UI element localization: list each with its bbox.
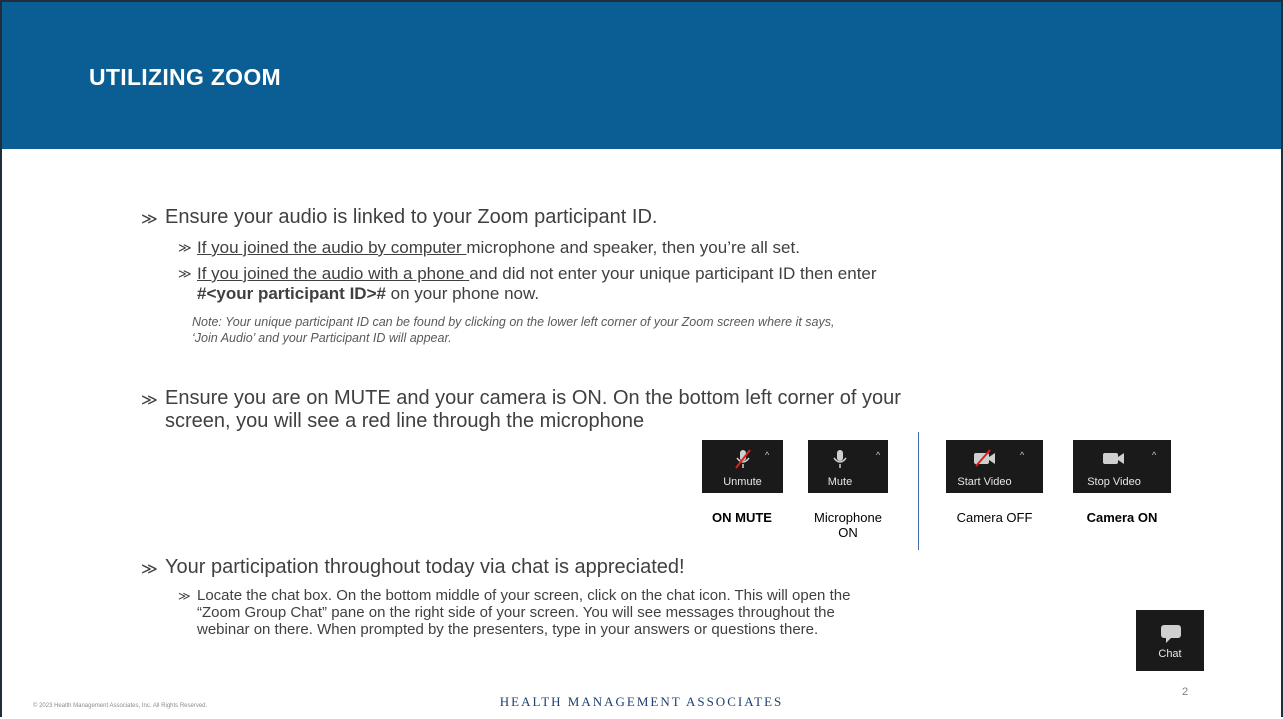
bullet-chat: ≫ Your participation throughout today vi… <box>141 556 685 580</box>
caption-on-mute: ON MUTE <box>712 510 772 525</box>
bullet-line: Ensure you are on MUTE and your camera i… <box>165 387 901 409</box>
bullet-mute-camera: ≫ Ensure you are on MUTE and your camera… <box>141 387 901 433</box>
bullet-text: If you joined the audio with a phone and… <box>197 264 877 304</box>
bullet-text: Ensure your audio is linked to your Zoom… <box>165 206 658 228</box>
bullet-rest: and did not enter your unique participan… <box>469 264 877 283</box>
sub-bullet-phone-audio: ≫ If you joined the audio with a phone a… <box>178 264 1158 304</box>
slide-title: UTILIZING ZOOM <box>89 64 282 90</box>
caption-camera-on: Camera ON <box>1086 510 1158 525</box>
start-video-button: ^ Start Video <box>946 440 1043 493</box>
chat-button: Chat <box>1136 610 1204 671</box>
bullet-text: Ensure you are on MUTE and your camera i… <box>165 387 901 433</box>
stop-video-button: ^ Stop Video <box>1073 440 1171 493</box>
unmute-button: ^ Unmute <box>702 440 783 493</box>
footer-brand-logo: HEALTH MANAGEMENT ASSOCIATES <box>499 694 784 709</box>
bullet-audio: ≫ Ensure your audio is linked to your Zo… <box>141 206 657 230</box>
button-label: Unmute <box>723 476 762 488</box>
button-label: Stop Video <box>1087 476 1141 488</box>
bullet-line: screen, you will see a red line through … <box>165 410 645 432</box>
chevron-bullet-icon: ≫ <box>178 241 192 256</box>
bullet-text: Locate the chat box. On the bottom middl… <box>197 587 850 638</box>
caption-line: ON <box>838 525 858 540</box>
bullet-line: webinar on there. When prompted by the p… <box>197 621 819 638</box>
button-label: Mute <box>827 476 853 488</box>
chevron-bullet-icon: ≫ <box>141 209 158 228</box>
sub-bullet-computer-audio: ≫ If you joined the audio by computer mi… <box>178 238 800 259</box>
chevron-bullet-icon: ≫ <box>178 589 191 603</box>
caption-camera-off: Camera OFF <box>956 510 1033 525</box>
video-icon <box>1065 448 1163 473</box>
participant-id-code: #<your participant ID># <box>197 284 386 303</box>
note-line: Note: Your unique participant ID can be … <box>192 315 835 329</box>
video-off-icon <box>936 448 1033 473</box>
sub-bullet-chat-box: ≫ Locate the chat box. On the bottom mid… <box>178 587 1138 638</box>
caret-up-icon: ^ <box>765 450 770 460</box>
bullet-end: on your phone now. <box>385 284 540 303</box>
bullet-line: “Zoom Group Chat” pane on the right side… <box>197 604 835 621</box>
caption-microphone-on: Microphone ON <box>798 510 898 540</box>
divider-line <box>918 432 919 550</box>
chevron-bullet-icon: ≫ <box>141 559 158 578</box>
participant-id-note: Note: Your unique participant ID can be … <box>192 314 1152 346</box>
bullet-line: Locate the chat box. On the bottom middl… <box>197 587 851 604</box>
underlined-text: If you joined the audio by computer <box>197 238 467 257</box>
chevron-bullet-icon: ≫ <box>178 267 192 282</box>
caret-up-icon: ^ <box>876 450 881 460</box>
chevron-bullet-icon: ≫ <box>141 390 158 409</box>
caret-up-icon: ^ <box>1020 450 1025 460</box>
chat-icon <box>1160 624 1182 649</box>
mic-muted-icon <box>702 448 783 475</box>
caret-up-icon: ^ <box>1152 450 1157 460</box>
note-line: ‘Join Audio’ and your Participant ID wil… <box>192 331 452 345</box>
button-label: Chat <box>1158 648 1182 660</box>
bullet-rest: microphone and speaker, then you’re all … <box>466 238 800 257</box>
mic-icon <box>800 448 880 475</box>
slide-header: UTILIZING ZOOM <box>2 2 1281 149</box>
bullet-text: If you joined the audio by computer micr… <box>197 238 800 258</box>
page-number: 2 <box>1182 686 1189 698</box>
caption-line: Microphone <box>814 510 882 525</box>
button-label: Start Video <box>957 476 1012 488</box>
bullet-text: Your participation throughout today via … <box>165 556 685 578</box>
underlined-text: If you joined the audio with a phone <box>197 264 470 283</box>
mute-button: ^ Mute <box>808 440 888 493</box>
